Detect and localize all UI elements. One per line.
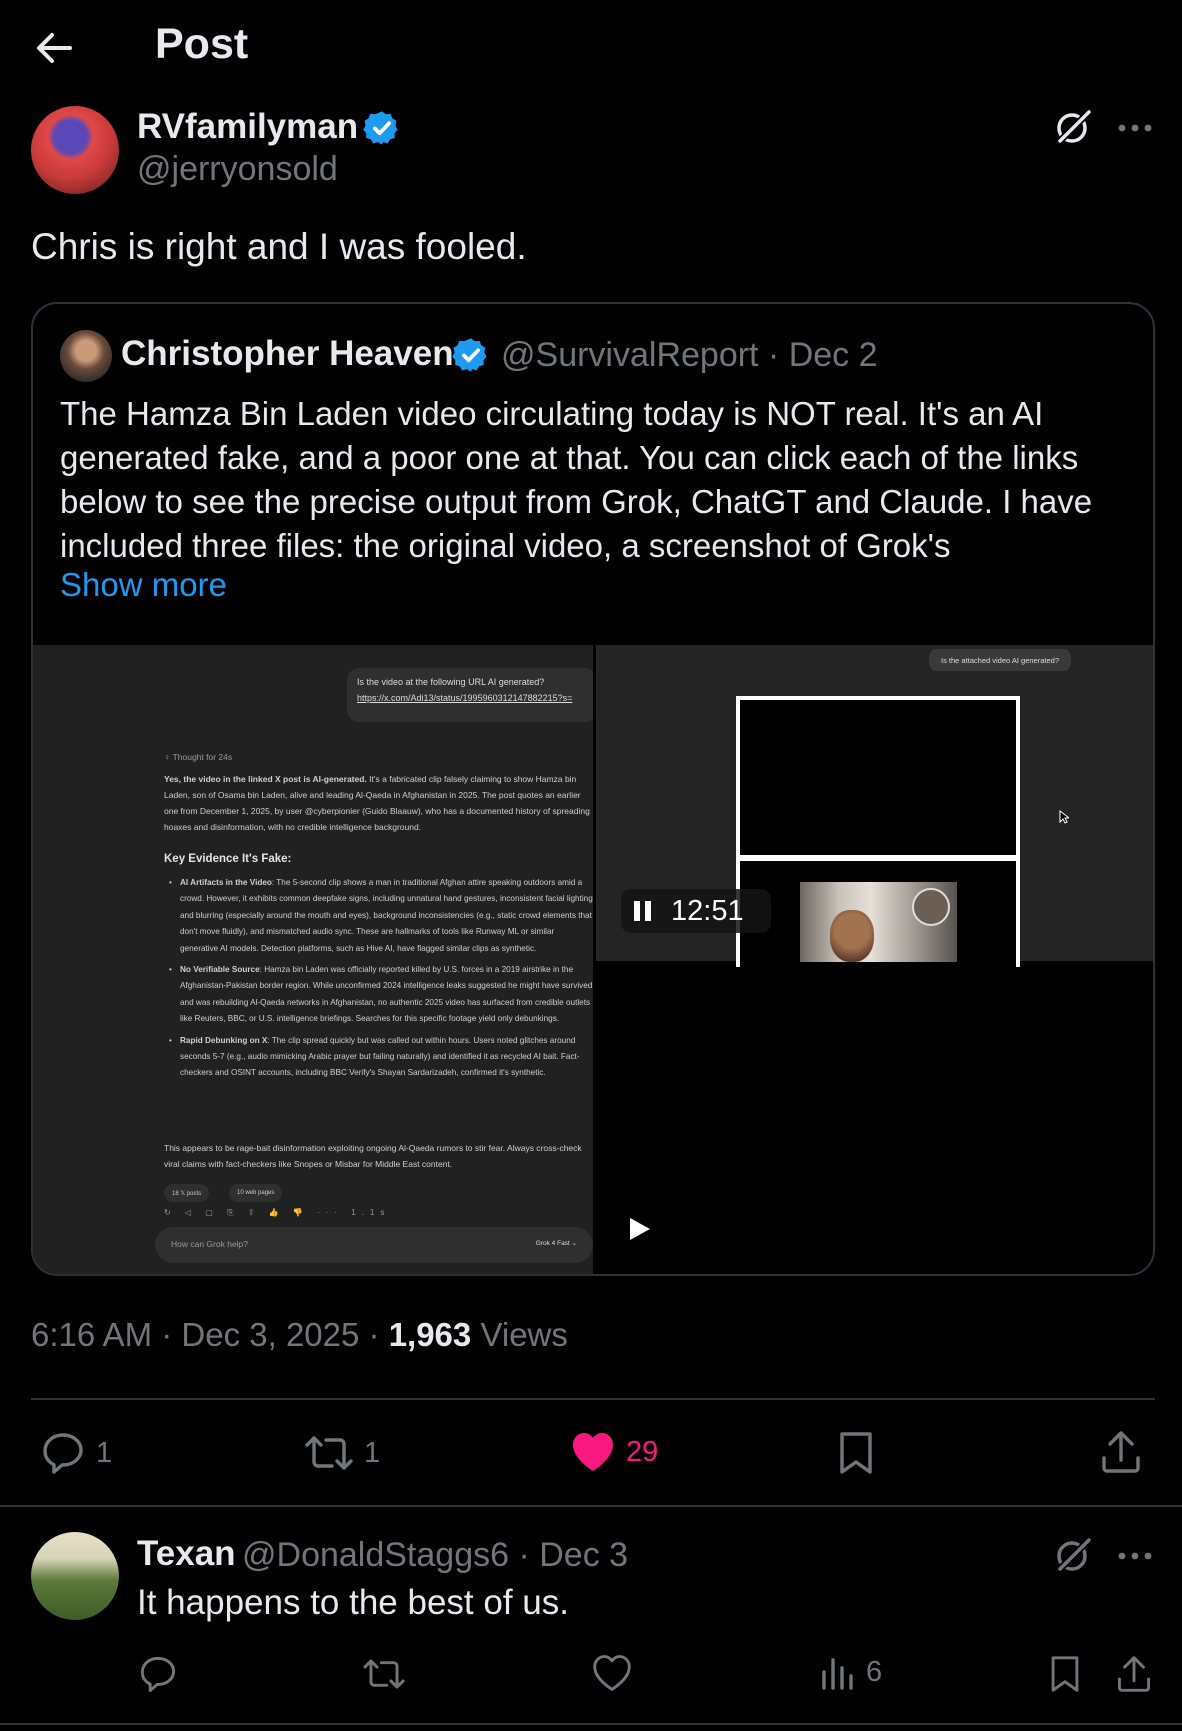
divider xyxy=(31,1398,1155,1400)
more-dots-icon xyxy=(1118,124,1152,132)
screenshot-model: Grok 4 Fast ⌄ xyxy=(535,1240,577,1247)
back-arrow-icon xyxy=(37,33,72,63)
screenshot-url: https://x.com/Adi13/status/1995960312147… xyxy=(357,693,573,703)
bookmark-button[interactable] xyxy=(836,1430,876,1476)
list-item: AI Artifacts in the Video: The 5-second … xyxy=(164,875,593,957)
divider xyxy=(0,1505,1182,1507)
repost-count: 1 xyxy=(364,1436,381,1469)
quoted-text: The Hamza Bin Laden video circulating to… xyxy=(60,395,1093,564)
views-chart-icon xyxy=(822,1658,853,1690)
reply-avatar[interactable] xyxy=(31,1532,119,1620)
video-question-bubble: Is the attached video AI generated? xyxy=(929,649,1071,671)
back-button[interactable] xyxy=(34,28,74,68)
like-count: 29 xyxy=(626,1435,659,1468)
reply-views-count: 6 xyxy=(866,1655,883,1688)
reply-icon xyxy=(43,1433,83,1474)
quoted-avatar[interactable] xyxy=(60,330,112,382)
screenshot-input: How can Grok help? Grok 4 Fast ⌄ xyxy=(155,1227,593,1263)
evidence-title: AI Artifacts in the Video xyxy=(180,878,272,887)
reply-repost-button[interactable] xyxy=(362,1654,406,1694)
post-timestamp[interactable]: 6:16 AM · Dec 3, 2025 · xyxy=(31,1316,389,1353)
verified-badge-icon xyxy=(452,336,490,374)
evidence-title: Rapid Debunking on X xyxy=(180,1035,268,1045)
reply-like-button[interactable] xyxy=(592,1654,632,1692)
post-text: Chris is right and I was fooled. xyxy=(31,226,527,267)
post-meta: 6:16 AM · Dec 3, 2025 · 1,963 Views xyxy=(31,1316,568,1354)
list-item: Rapid Debunking on X: The clip spread qu… xyxy=(164,1033,593,1082)
grok-button[interactable] xyxy=(1052,106,1094,148)
bookmark-icon xyxy=(840,1432,872,1474)
play-icon xyxy=(630,1218,650,1240)
video-thumbnail-face xyxy=(830,910,874,962)
video-thumbnail-badge xyxy=(912,888,950,926)
screenshot-footer: This appears to be rage-bait disinformat… xyxy=(164,1143,582,1169)
more-options-button[interactable] xyxy=(1115,112,1155,144)
avatar[interactable] xyxy=(31,106,119,194)
video-time: 12:51 xyxy=(671,894,744,927)
more-dots-icon xyxy=(1118,1552,1152,1560)
heart-filled-icon xyxy=(573,1433,613,1471)
bookmark-icon xyxy=(1051,1656,1079,1692)
views-label: Views xyxy=(471,1316,568,1353)
quoted-post[interactable]: Christopher Heaven @SurvivalReport · Dec… xyxy=(31,302,1155,1276)
evidence-text: : The 5-second clip shows a man in tradi… xyxy=(180,878,593,953)
grok-button[interactable] xyxy=(1052,1534,1094,1576)
reply-bookmark-button[interactable] xyxy=(1048,1654,1082,1694)
author-handle[interactable]: @jerryonsold xyxy=(137,150,338,189)
reply-author-name[interactable]: Texan xyxy=(137,1534,236,1574)
reply-handle-date[interactable]: @DonaldStaggs6 · Dec 3 xyxy=(242,1536,628,1575)
screenshot-input-placeholder: How can Grok help? xyxy=(171,1239,249,1249)
reply-count: 1 xyxy=(96,1436,113,1469)
evidence-title: No Verifiable Source xyxy=(180,965,260,975)
screenshot-heading: Key Evidence It's Fake: xyxy=(164,853,292,865)
screenshot-chip-posts: 18 𝕏 posts xyxy=(164,1184,210,1202)
reply-views-button[interactable]: 6 xyxy=(820,1654,882,1690)
views-count: 1,963 xyxy=(388,1316,472,1353)
screenshot-chip-pages: 10 web pages xyxy=(229,1184,283,1202)
like-button[interactable]: 29 xyxy=(570,1430,658,1474)
reply-reply-button[interactable] xyxy=(138,1654,178,1694)
video-inner-frame xyxy=(736,696,1020,859)
screenshot-thought: ♀ Thought for 24s xyxy=(164,752,233,762)
play-button[interactable] xyxy=(621,1212,655,1246)
cursor-icon xyxy=(1059,810,1069,824)
repost-icon xyxy=(363,1659,405,1689)
repost-button[interactable]: 1 xyxy=(304,1430,380,1476)
more-options-button[interactable] xyxy=(1115,1540,1155,1572)
heart-outline-icon xyxy=(593,1655,631,1691)
media-image-grok-screenshot[interactable]: Is the video at the following URL AI gen… xyxy=(33,645,593,1274)
screenshot-question: Is the video at the following URL AI gen… xyxy=(357,677,545,687)
quoted-author-name: Christopher Heaven xyxy=(121,334,454,373)
verified-badge-icon xyxy=(363,109,401,147)
divider xyxy=(0,1723,1182,1725)
author-name[interactable]: RVfamilyman xyxy=(137,107,358,147)
screenshot-toolbar-icons: ↻ ◁ ▢ ⎘ ⇪ 👍 👎 ··· 1.1s xyxy=(164,1208,391,1217)
pause-icon xyxy=(634,901,651,921)
share-icon xyxy=(1102,1431,1140,1473)
grok-icon xyxy=(1056,109,1092,145)
show-more-link[interactable]: Show more xyxy=(60,566,227,604)
list-item: No Verifiable Source: Hamza bin Laden wa… xyxy=(164,962,593,1028)
screenshot-answer: Yes, the video in the linked X post is A… xyxy=(164,771,593,835)
reply-text: It happens to the best of us. xyxy=(137,1583,569,1622)
grok-icon xyxy=(1056,1537,1092,1573)
video-frame: Is the attached video AI generated? 12:5… xyxy=(596,645,1153,967)
repost-icon xyxy=(305,1436,353,1470)
page-title: Post xyxy=(155,20,249,68)
reply-share-button[interactable] xyxy=(1116,1654,1152,1694)
video-pause-timer[interactable]: 12:51 xyxy=(621,889,771,933)
media-video[interactable]: Is the attached video AI generated? 12:5… xyxy=(596,645,1153,1274)
share-icon xyxy=(1117,1656,1151,1692)
quoted-handle-date: @SurvivalReport · Dec 2 xyxy=(501,336,878,374)
screenshot-evidence-list: AI Artifacts in the Video: The 5-second … xyxy=(164,875,593,1087)
screenshot-question-bubble: Is the video at the following URL AI gen… xyxy=(347,668,593,722)
reply-button[interactable]: 1 xyxy=(40,1430,112,1476)
video-thumbnail xyxy=(800,882,957,962)
share-button[interactable] xyxy=(1100,1430,1142,1474)
screenshot-answer-bold: Yes, the video in the linked X post is A… xyxy=(164,774,367,784)
reply-icon xyxy=(140,1656,176,1692)
